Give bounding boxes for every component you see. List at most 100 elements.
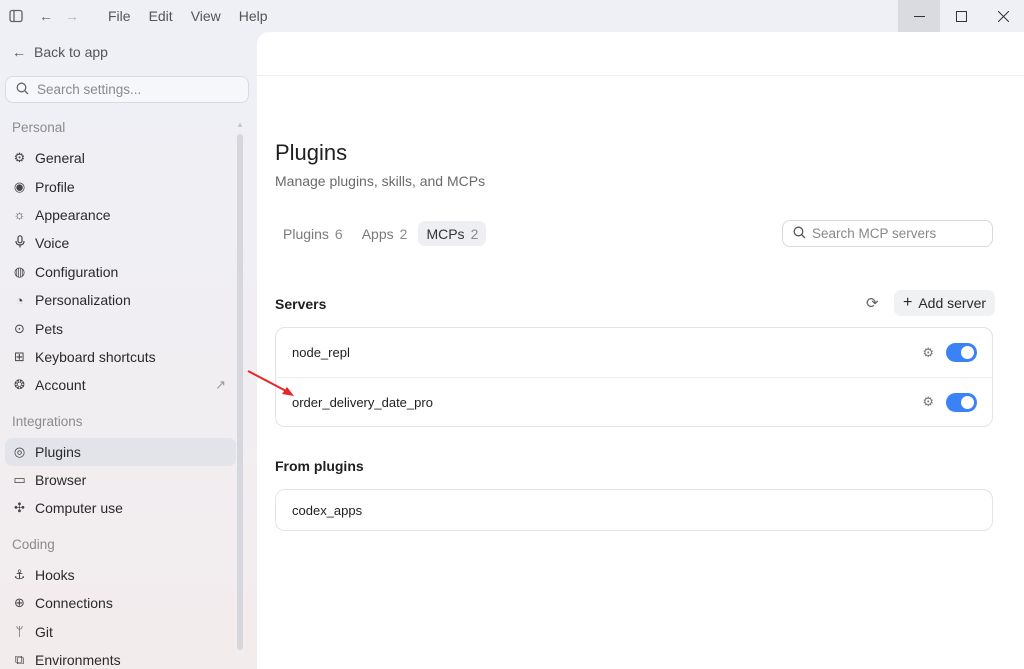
tab-label: Apps xyxy=(361,225,394,242)
settings-search-placeholder: Search settings... xyxy=(37,82,142,97)
account-icon: ❂ xyxy=(14,377,25,393)
server-toggle[interactable] xyxy=(946,343,977,362)
header-divider xyxy=(257,75,1024,76)
sidebar-item-label: Appearance xyxy=(35,206,111,223)
sidebar-item-label: Configuration xyxy=(35,263,119,280)
sidebar-item-label: Personalization xyxy=(35,292,131,309)
sidebar-item-configuration[interactable]: ◍ Configuration xyxy=(5,258,236,286)
menu-edit[interactable]: Edit xyxy=(140,0,182,32)
sidebar-item-label: Account xyxy=(35,377,86,394)
sidebar-scrollbar[interactable] xyxy=(237,134,243,650)
sidebar-item-voice[interactable]: Voice xyxy=(5,229,236,257)
microphone-icon xyxy=(12,235,27,251)
refresh-icon[interactable]: ⟳ xyxy=(866,294,879,312)
servers-heading: Servers xyxy=(275,296,327,312)
gear-icon[interactable]: ⚙ xyxy=(922,345,934,361)
mcp-search-input[interactable]: Search MCP servers xyxy=(782,220,993,247)
section-label-integrations: Integrations xyxy=(12,413,83,429)
section-label-personal: Personal xyxy=(12,120,66,135)
window-controls xyxy=(898,0,1024,32)
environment-icon: ⧉ xyxy=(14,652,25,668)
sidebar-item-browser[interactable]: ▭ Browser xyxy=(5,466,236,494)
page-title: Plugins xyxy=(275,140,348,165)
sidebar-item-git[interactable]: ᛘ Git xyxy=(5,617,236,645)
sidebar-item-label: Git xyxy=(35,623,53,640)
toggle-knob xyxy=(961,395,974,409)
sparkle-icon: ✣ xyxy=(14,500,25,516)
forward-arrow-icon[interactable]: → xyxy=(59,0,85,32)
back-to-app-label: Back to app xyxy=(34,44,108,60)
arrow-left-icon: ← xyxy=(12,44,26,60)
scroll-up-icon[interactable]: ▲ xyxy=(236,120,244,129)
search-icon xyxy=(793,226,806,242)
server-name: order_delivery_date_pro xyxy=(292,394,433,410)
gear-icon: ⚙ xyxy=(13,150,26,166)
gear-icon[interactable]: ⚙ xyxy=(922,394,934,410)
server-row: node_repl ⚙ xyxy=(276,328,992,377)
close-button[interactable] xyxy=(982,0,1024,32)
sidebar-item-appearance[interactable]: ☼ Appearance xyxy=(5,201,236,229)
sidebar-item-computer-use[interactable]: ✣ Computer use xyxy=(5,494,236,522)
sidebar-item-label: Hooks xyxy=(35,566,75,583)
sidebar-item-label: Pets xyxy=(35,320,64,337)
menu-file[interactable]: File xyxy=(99,0,140,32)
back-to-app-link[interactable]: ← Back to app xyxy=(12,44,108,60)
external-link-icon: ↗ xyxy=(215,377,226,393)
menu-view[interactable]: View xyxy=(182,0,230,32)
menu-help[interactable]: Help xyxy=(230,0,277,32)
anchor-icon: ⚓ xyxy=(13,566,26,582)
minimize-button[interactable] xyxy=(898,0,940,32)
page-subtitle: Manage plugins, skills, and MCPs xyxy=(275,173,486,189)
sidebar-item-label: Browser xyxy=(35,472,87,489)
plugin-icon: ◎ xyxy=(13,443,26,459)
sidebar-item-pets[interactable]: ⊙ Pets xyxy=(5,314,236,342)
tab-apps[interactable]: Apps 2 xyxy=(354,221,416,246)
sidebar-item-label: Connections xyxy=(35,595,113,612)
tab-count: 2 xyxy=(399,225,408,242)
sidebar-item-connections[interactable]: ⊕ Connections xyxy=(5,589,236,617)
maximize-button[interactable] xyxy=(940,0,982,32)
keyboard-icon: ⊞ xyxy=(14,348,25,364)
sidebar-toggle-icon[interactable] xyxy=(3,0,29,32)
settings-sidebar: ← Back to app Search settings... Persona… xyxy=(0,32,256,669)
sidebar-item-personalization[interactable]: ◔ Personalization xyxy=(5,286,236,314)
server-row: order_delivery_date_pro ⚙ xyxy=(276,377,992,426)
browser-icon: ▭ xyxy=(13,472,26,488)
sidebar-item-label: Plugins xyxy=(35,443,81,460)
git-branch-icon: ᛘ xyxy=(15,624,24,640)
sidebar-item-label: Keyboard shortcuts xyxy=(35,348,156,365)
add-server-button[interactable]: + Add server xyxy=(894,290,996,316)
add-server-label: Add server xyxy=(918,295,987,311)
server-name: codex_apps xyxy=(292,502,363,518)
plugin-server-row: codex_apps xyxy=(276,490,992,530)
globe-icon: ⊕ xyxy=(14,595,25,611)
sliders-icon: ◍ xyxy=(13,263,26,279)
tab-count: 6 xyxy=(334,225,343,242)
sidebar-item-label: General xyxy=(35,150,85,167)
tab-plugins[interactable]: Plugins 6 xyxy=(275,221,351,246)
title-bar: ← → File Edit View Help xyxy=(0,0,1024,32)
sidebar-item-general[interactable]: ⚙ General xyxy=(5,144,236,172)
settings-main-panel: Plugins Manage plugins, skills, and MCPs… xyxy=(257,32,1024,669)
sidebar-item-plugins[interactable]: ◎ Plugins xyxy=(5,437,236,466)
search-icon xyxy=(16,82,29,98)
plugin-tabs: Plugins 6 Apps 2 MCPs 2 xyxy=(275,221,489,246)
sidebar-item-label: Profile xyxy=(35,178,75,195)
sun-icon: ☼ xyxy=(13,207,26,223)
server-toggle[interactable] xyxy=(946,392,977,412)
sidebar-item-profile[interactable]: ◉ Profile xyxy=(5,172,236,200)
tab-mcps[interactable]: MCPs 2 xyxy=(418,221,487,246)
settings-search-input[interactable]: Search settings... xyxy=(5,76,249,103)
back-arrow-icon[interactable]: ← xyxy=(33,0,59,32)
sidebar-item-keyboard-shortcuts[interactable]: ⊞ Keyboard shortcuts xyxy=(5,343,236,371)
sidebar-item-label: Computer use xyxy=(35,500,123,517)
sidebar-item-label: Environments xyxy=(35,652,121,669)
sidebar-item-environments[interactable]: ⧉ Environments xyxy=(5,646,236,669)
pet-icon: ⊙ xyxy=(14,320,25,336)
user-circle-icon: ◉ xyxy=(13,178,26,194)
toggle-knob xyxy=(961,346,974,359)
sidebar-item-hooks[interactable]: ⚓ Hooks xyxy=(5,561,236,589)
sidebar-item-account[interactable]: ❂ Account ↗ xyxy=(5,371,236,399)
plugin-servers-card: codex_apps xyxy=(275,489,993,531)
tab-label: MCPs xyxy=(426,225,465,242)
